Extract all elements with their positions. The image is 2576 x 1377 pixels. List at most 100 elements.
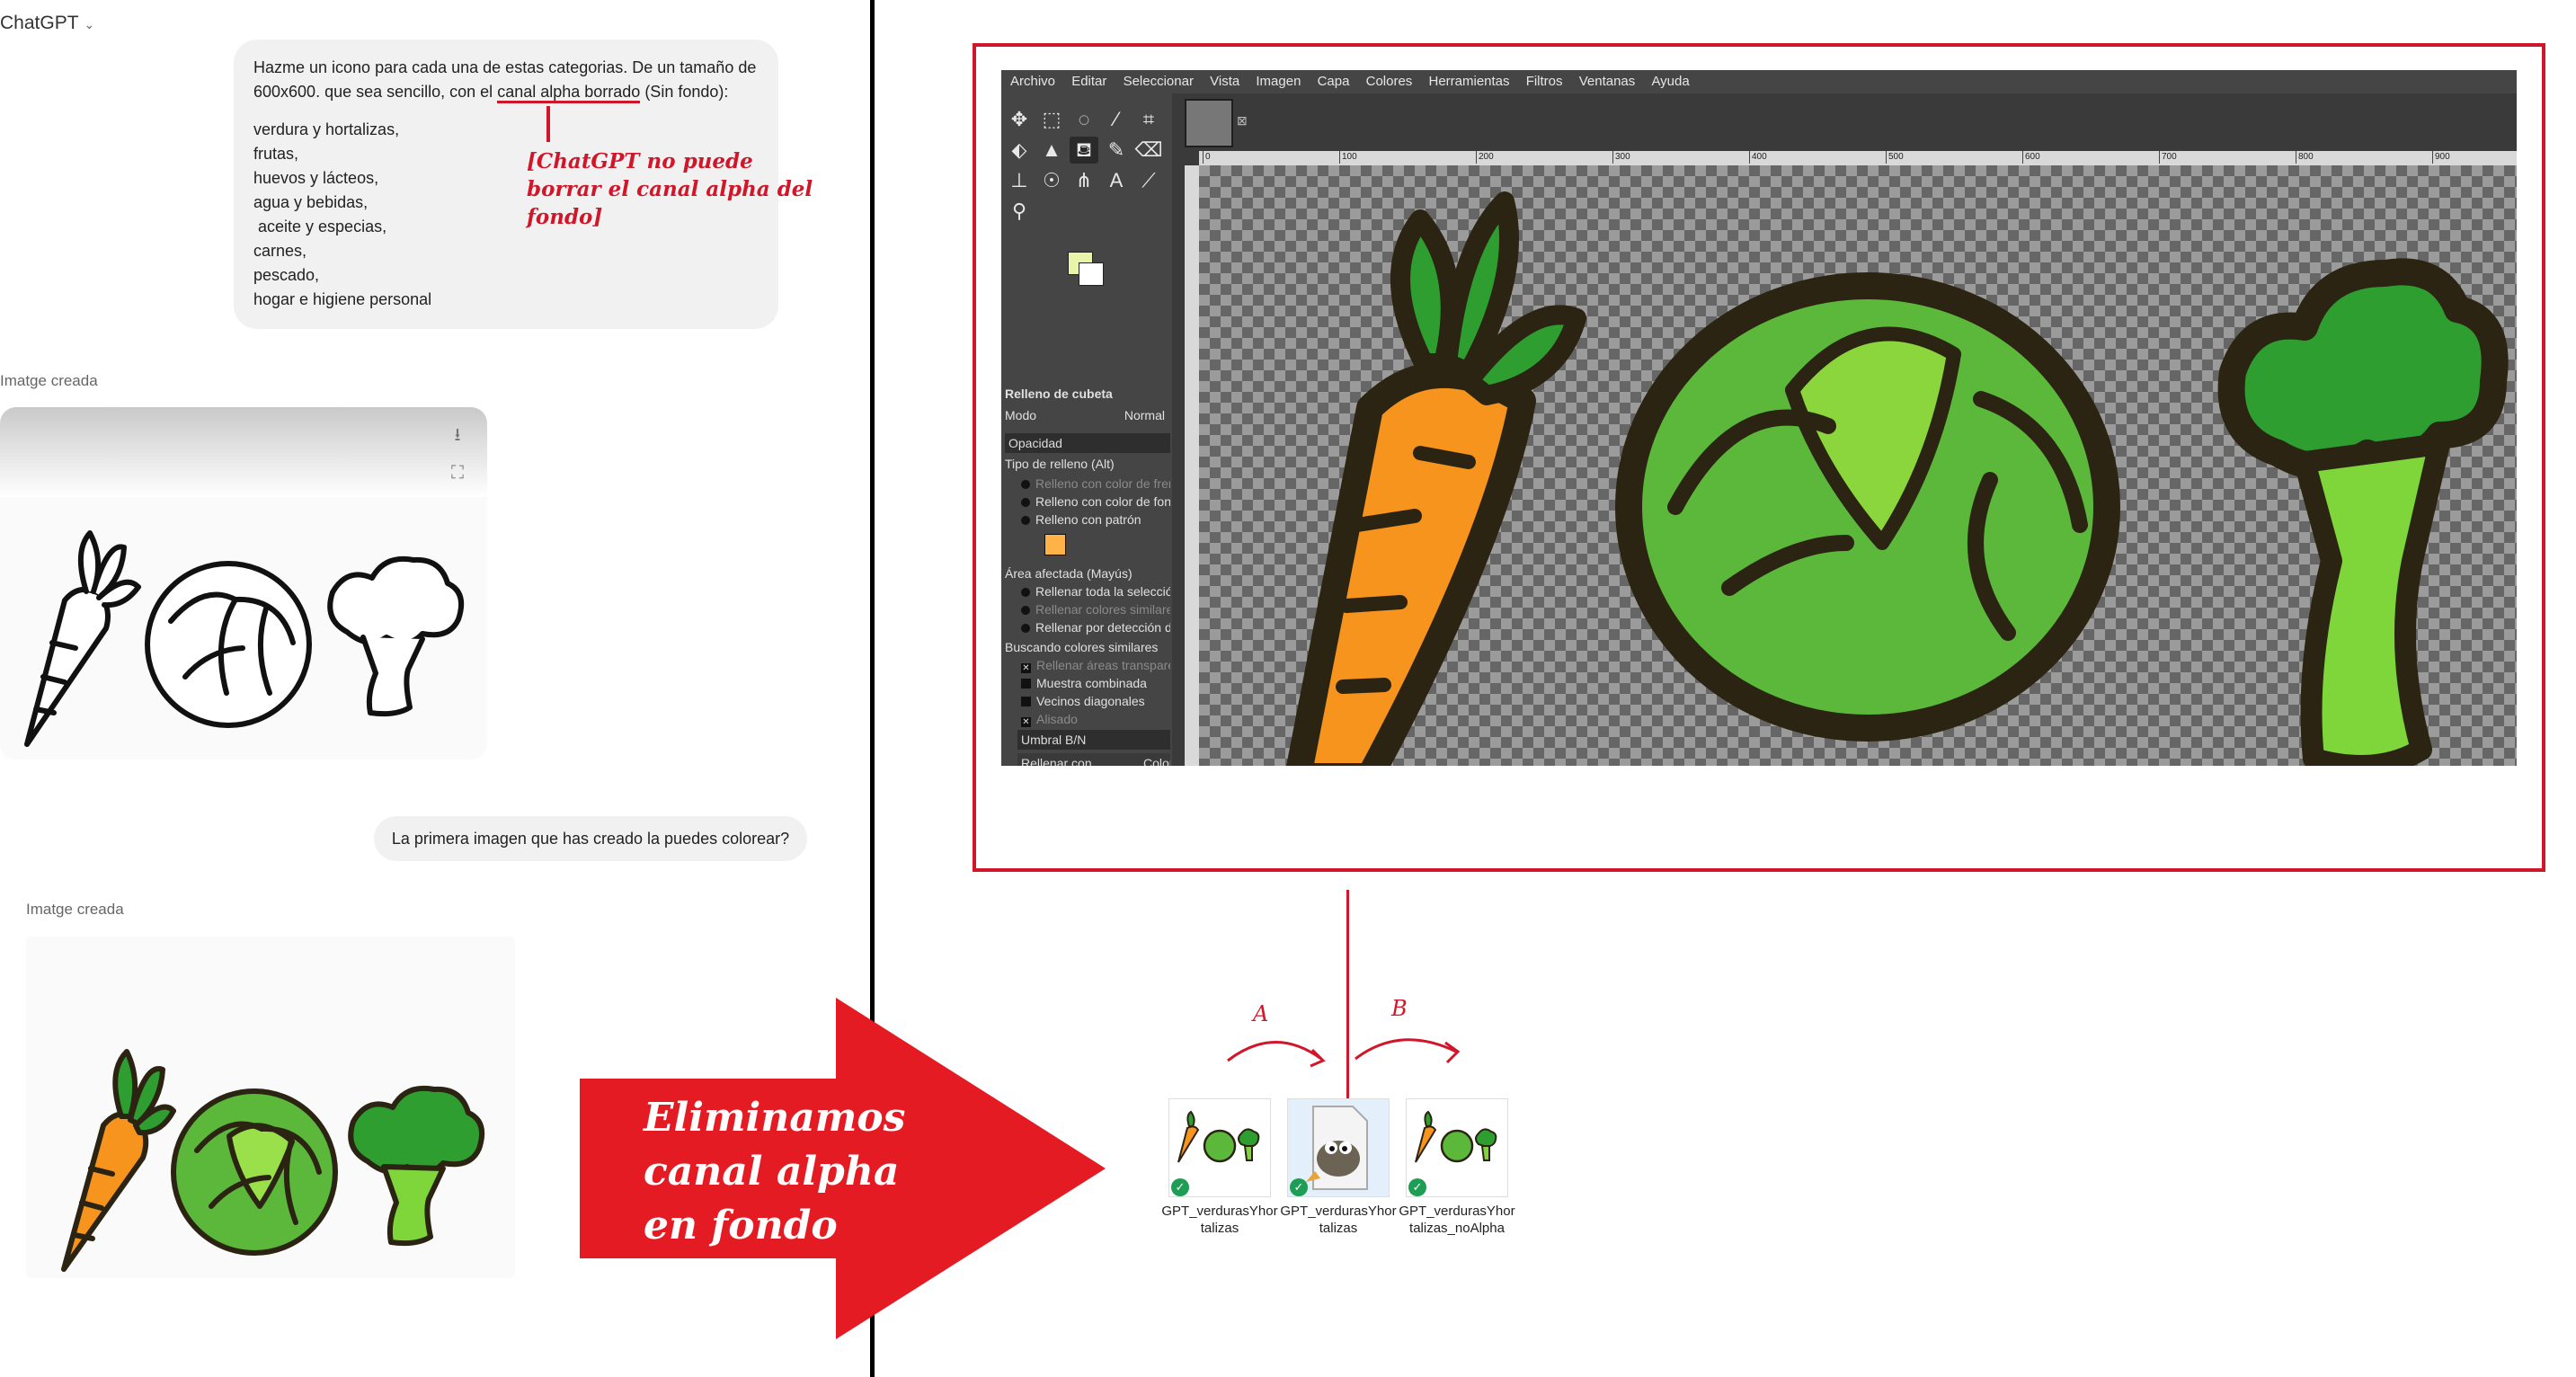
ruler-tick: 200: [1476, 151, 1494, 164]
menu-ayuda[interactable]: Ayuda: [1651, 74, 1689, 89]
image-label-1: Imatge creada: [0, 372, 98, 389]
check-badge-icon: ✓: [1171, 1178, 1189, 1196]
ruler-tick: 100: [1339, 151, 1357, 164]
check-badge-icon: ✓: [1290, 1178, 1308, 1196]
outline-cabbage: [145, 561, 312, 728]
colored-vegetables-drawing: [61, 1049, 484, 1272]
ruler-tick: 800: [2296, 151, 2314, 164]
image-tab-strip: ⊠: [1172, 93, 2517, 151]
menu-archivo[interactable]: Archivo: [1010, 74, 1055, 89]
close-tab-icon[interactable]: ⊠: [1237, 113, 1248, 129]
fill-with-row[interactable]: Rellenar con Color: [1017, 753, 1170, 766]
ruler-tick: 300: [1612, 151, 1630, 164]
file-thumbnail: ✓: [1287, 1098, 1390, 1197]
gimp-toolbox: ✥ ⬚ ◌ ⁄ ⌗ ⬖ ▲ ⛾ ✎ ⌫ ⊥ ☉ ⋔ A ⟋ ⚲ Relleno …: [1001, 93, 1172, 766]
menu-filtros[interactable]: Filtros: [1526, 74, 1563, 89]
arrow-caption-line: en fondo: [644, 1203, 838, 1248]
menu-colores[interactable]: Colores: [1366, 74, 1413, 89]
menu-vista[interactable]: Vista: [1210, 74, 1239, 89]
menu-ventanas[interactable]: Ventanas: [1579, 74, 1636, 89]
image-canvas[interactable]: [1199, 165, 2517, 766]
annotation-pointer: [546, 106, 550, 142]
label-b: B: [1391, 996, 1408, 1021]
similar-option: Vecinos diagonales: [1036, 694, 1145, 708]
file-item-noalpha[interactable]: ✓ GPT_verdurasYhortalizas_noAlpha: [1399, 1098, 1515, 1237]
threshold-field[interactable]: Umbral B/N: [1017, 730, 1170, 750]
prompt-highlight: canal alpha borrado: [497, 83, 641, 103]
area-similar-radio[interactable]: Rellenar colores similares: [1005, 602, 1170, 617]
fill-type-bg-radio[interactable]: Relleno con color de fondo: [1005, 494, 1170, 509]
generated-image-colored[interactable]: [26, 937, 515, 1278]
horizontal-ruler: 0 100 200 300 400 500 600 700 800 900: [1199, 151, 2517, 165]
area-option: Rellenar por detección de línea: [1035, 620, 1170, 635]
file-name: GPT_verdurasYhortalizas_noAlpha: [1399, 1204, 1515, 1236]
chevron-down-icon[interactable]: ⌄: [84, 17, 95, 31]
eraser-icon[interactable]: ⌫: [1134, 137, 1163, 164]
canvas-broccoli: [2217, 258, 2509, 480]
fill-transparent-checkbox[interactable]: ✕Rellenar áreas transparentes: [1005, 658, 1170, 673]
opacity-label: Opacidad: [1008, 436, 1062, 450]
clone-tool-icon[interactable]: ⊥: [1005, 167, 1034, 194]
mode-row[interactable]: Modo Normal: [1005, 408, 1170, 422]
menu-editar[interactable]: Editar: [1071, 74, 1106, 89]
fill-type-option: Relleno con patrón: [1035, 512, 1141, 527]
check-badge-icon: ✓: [1408, 1178, 1426, 1196]
menu-imagen[interactable]: Imagen: [1256, 74, 1301, 89]
tool-options-title: Relleno de cubeta: [1005, 386, 1113, 401]
mode-value[interactable]: Normal: [1124, 408, 1165, 422]
arrow-caption-line: canal alpha: [644, 1149, 900, 1195]
area-whole-radio[interactable]: Rellenar toda la selección: [1005, 584, 1170, 599]
threshold-label: Umbral B/N: [1021, 733, 1087, 747]
smudge-tool-icon[interactable]: ☉: [1037, 167, 1066, 194]
prompt-item: carnes,: [253, 242, 307, 260]
sample-merged-checkbox[interactable]: Muestra combinada: [1005, 676, 1170, 690]
generated-image-outline[interactable]: ⭳ ⛶: [0, 407, 487, 760]
zoom-icon[interactable]: ⚲: [1005, 198, 1034, 225]
colored-broccoli: [348, 1086, 484, 1175]
area-option: Rellenar toda la selección: [1035, 584, 1170, 599]
fuzzy-select-icon[interactable]: ⁄: [1102, 106, 1131, 133]
file-item-gimp[interactable]: ✓ GPT_verdurasYhortalizas: [1280, 1098, 1397, 1237]
text-tool-icon[interactable]: A: [1102, 167, 1131, 194]
antialias-checkbox[interactable]: ✕ Alisado: [1005, 712, 1170, 727]
paintbrush-icon[interactable]: ✎: [1102, 137, 1131, 164]
rect-select-icon[interactable]: ⬚: [1037, 106, 1066, 133]
prompt-item: hogar e higiene personal: [253, 290, 432, 308]
fill-type-fg-radio[interactable]: Relleno con color de frente: [1005, 476, 1170, 491]
menu-herramientas[interactable]: Herramientas: [1428, 74, 1509, 89]
pattern-swatch[interactable]: [1044, 534, 1066, 555]
lasso-icon[interactable]: ◌: [1070, 106, 1098, 133]
arrow-caption-line: Eliminamos: [644, 1095, 906, 1141]
ruler-tick: 400: [1749, 151, 1767, 164]
menu-seleccionar[interactable]: Seleccionar: [1124, 74, 1194, 89]
transform-tool-icon[interactable]: ⬖: [1005, 137, 1034, 164]
ruler-tick: 700: [2159, 151, 2177, 164]
color-picker-icon[interactable]: ⟋: [1134, 167, 1163, 194]
file-thumbnail: ✓: [1406, 1098, 1508, 1197]
user-message-2: La primera imagen que has creado la pued…: [374, 816, 807, 861]
background-color[interactable]: [1079, 262, 1104, 286]
fill-type-pattern-radio[interactable]: Relleno con patrón: [1005, 512, 1170, 527]
crop-icon[interactable]: ⌗: [1134, 106, 1163, 133]
chat-app-title-text: ChatGPT: [0, 13, 79, 33]
vertical-ruler: [1185, 165, 1199, 766]
prompt-item: pescado,: [253, 266, 320, 284]
warp-tool-icon[interactable]: ▲: [1037, 137, 1066, 164]
gimp-window: Archivo Editar Seleccionar Vista Imagen …: [1001, 70, 2517, 766]
colored-carrot: [61, 1111, 149, 1272]
fill-with-value[interactable]: Color: [1143, 753, 1170, 766]
paths-tool-icon[interactable]: ⋔: [1070, 167, 1098, 194]
image-tab-thumbnail[interactable]: [1185, 99, 1233, 147]
area-label: Área afectada (Mayús): [1005, 566, 1133, 581]
menu-capa[interactable]: Capa: [1318, 74, 1350, 89]
file-item-original[interactable]: ✓ GPT_verdurasYhortalizas: [1161, 1098, 1278, 1237]
bucket-fill-icon[interactable]: ⛾: [1070, 137, 1098, 164]
ruler-tick: 500: [1886, 151, 1904, 164]
outline-carrot: [24, 586, 111, 747]
chat-app-title[interactable]: ChatGPT ⌄: [0, 13, 94, 34]
opacity-slider[interactable]: Opacidad: [1005, 433, 1170, 453]
move-tool-icon[interactable]: ✥: [1005, 106, 1034, 133]
diagonal-neighbors-checkbox[interactable]: Vecinos diagonales: [1005, 694, 1170, 708]
area-line-radio[interactable]: Rellenar por detección de línea: [1005, 620, 1170, 635]
similar-label: Buscando colores similares: [1005, 640, 1159, 654]
